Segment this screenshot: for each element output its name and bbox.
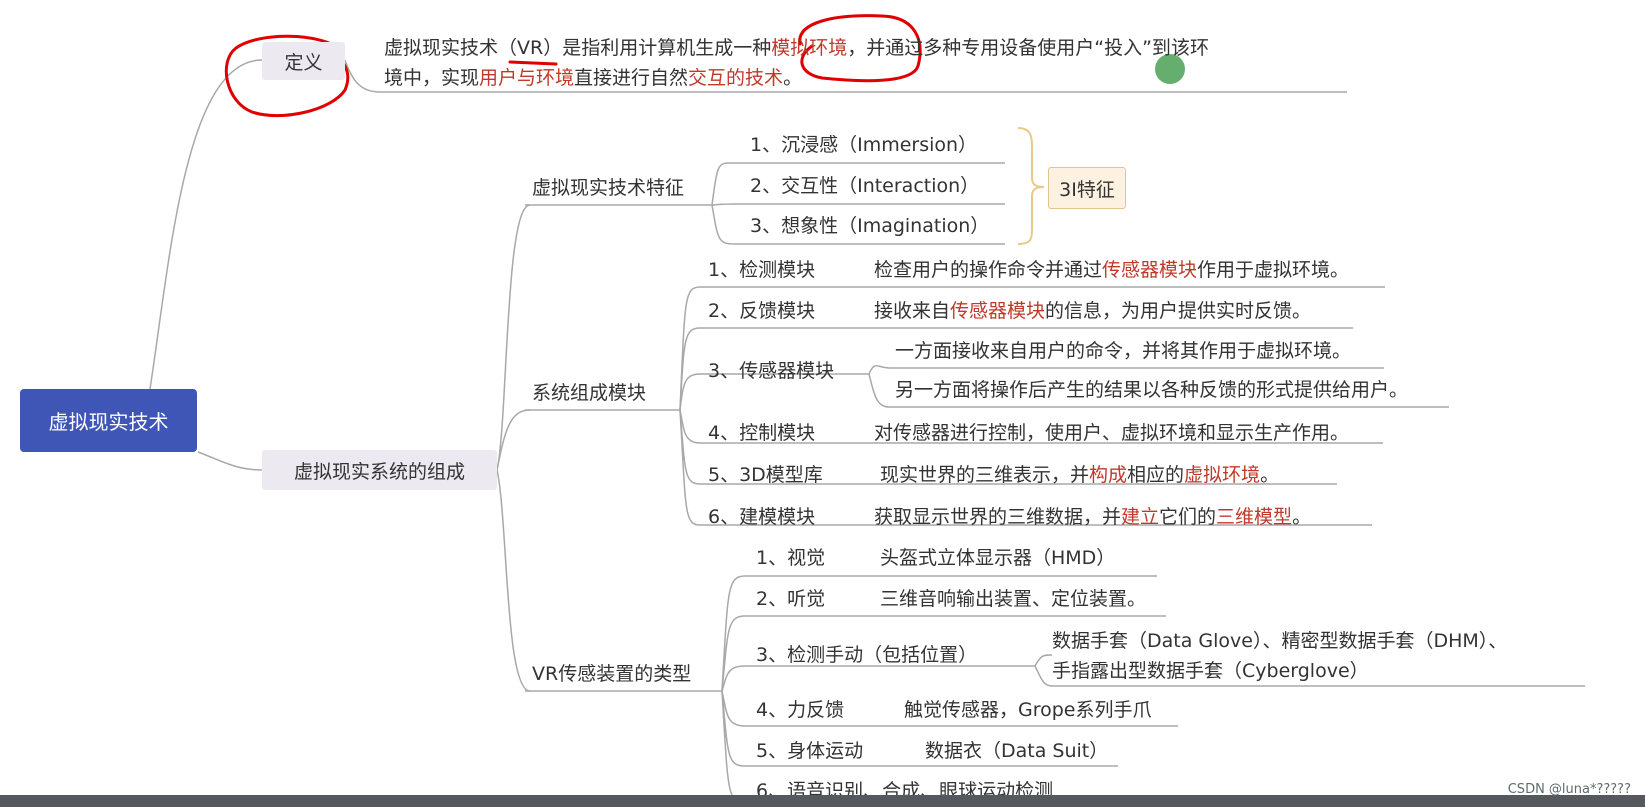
modules-node[interactable]: 系统组成模块 xyxy=(532,381,646,405)
definition-node[interactable]: 定义 xyxy=(262,42,345,80)
sensor-desc: 数据手套（Data Glove）、精密型数据手套（DHM）、 xyxy=(1052,630,1508,652)
connector-lines xyxy=(149,14,1585,804)
sensors-node[interactable]: VR传感装置的类型 xyxy=(532,662,691,686)
module-name: 3、传感器模块 xyxy=(708,360,835,382)
sensor-name: 2、听觉 xyxy=(756,588,826,610)
sensor-name: 1、视觉 xyxy=(756,547,826,569)
sensor-desc: 触觉传感器，Grope系列手爪 xyxy=(904,699,1152,721)
sensor-name: 4、力反馈 xyxy=(756,699,845,721)
bottom-bar xyxy=(0,795,1645,807)
features-node[interactable]: 虚拟现实技术特征 xyxy=(532,176,684,200)
module-desc: 一方面接收来自用户的命令，并将其作用于虚拟环境。 xyxy=(895,340,1352,362)
module-name: 2、反馈模块 xyxy=(708,300,816,322)
module-desc: 另一方面将操作后产生的结果以各种反馈的形式提供给用户。 xyxy=(895,379,1409,401)
module-desc: 对传感器进行控制，使用户、虚拟环境和显示生产作用。 xyxy=(874,422,1350,444)
sensor-desc: 手指露出型数据手套（Cyberglove） xyxy=(1052,660,1369,682)
module-name: 4、控制模块 xyxy=(708,422,816,444)
module-desc: 检查用户的操作命令并通过传感器模块作用于虚拟环境。 xyxy=(874,259,1350,281)
module-desc: 获取显示世界的三维数据，并建立它们的三维模型。 xyxy=(874,506,1312,528)
sensor-desc: 头盔式立体显示器（HMD） xyxy=(880,547,1116,569)
module-desc: 接收来自传感器模块的信息，为用户提供实时反馈。 xyxy=(874,300,1312,322)
watermark: CSDN @luna*????? xyxy=(1507,782,1631,797)
definition-text-line2: 境中，实现用户与环境直接进行自然交互的技术。 xyxy=(384,67,803,89)
module-desc: 现实世界的三维表示，并构成相应的虚拟环境。 xyxy=(880,464,1280,486)
module-name: 1、检测模块 xyxy=(708,259,816,281)
feature-item: 2、交互性（Interaction） xyxy=(750,175,980,197)
module-name: 6、建模模块 xyxy=(708,506,816,528)
feature-item: 3、想象性（Imagination） xyxy=(750,215,990,237)
sensor-name: 5、身体运动 xyxy=(756,740,864,762)
composition-node[interactable]: 虚拟现实系统的组成 xyxy=(262,450,497,490)
3i-badge: 3I特征 xyxy=(1048,167,1126,209)
feature-item: 1、沉浸感（Immersion） xyxy=(750,134,978,156)
sensor-name: 3、检测手动（包括位置） xyxy=(756,644,978,666)
module-name: 5、3D模型库 xyxy=(708,464,823,486)
sensor-desc: 三维音响输出装置、定位装置。 xyxy=(880,588,1147,610)
root-node[interactable]: 虚拟现实技术 xyxy=(20,389,197,452)
definition-text-line1: 虚拟现实技术（VR）是指利用计算机生成一种模拟环境，并通过多种专用设备使用户“投… xyxy=(384,37,1209,59)
sensor-desc: 数据衣（Data Suit） xyxy=(925,740,1109,762)
